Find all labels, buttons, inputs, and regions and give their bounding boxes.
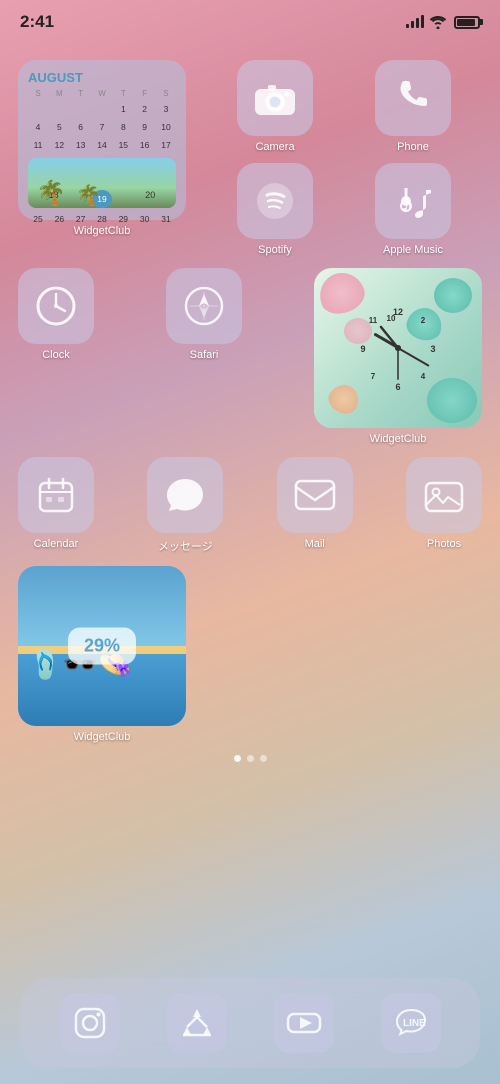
appstore-dock-icon bbox=[167, 993, 227, 1053]
svg-text:4: 4 bbox=[421, 372, 426, 381]
instagram-dock-icon bbox=[60, 993, 120, 1053]
mail-app[interactable]: Mail bbox=[277, 457, 353, 554]
beach-progress: 29% bbox=[68, 628, 136, 665]
appstore-dock-app[interactable] bbox=[167, 993, 227, 1053]
page-dot-1 bbox=[234, 755, 241, 762]
svg-text:7: 7 bbox=[371, 372, 376, 381]
spotify-app[interactable]: Spotify bbox=[237, 163, 313, 256]
svg-text:♪: ♪ bbox=[400, 188, 413, 218]
svg-text:11: 11 bbox=[369, 316, 378, 325]
svg-text:3: 3 bbox=[430, 344, 435, 354]
phone-icon-bg bbox=[375, 60, 451, 136]
calendar-icon-bg bbox=[18, 457, 94, 533]
safari-app[interactable]: Safari bbox=[166, 268, 242, 445]
youtube-dock-icon bbox=[274, 993, 334, 1053]
calendar-palm-area: 18 19 20 🌴 🌴 bbox=[28, 158, 176, 208]
row-2: Clock Safari bbox=[18, 268, 482, 445]
apple-music-icon-bg: ♪ bbox=[375, 163, 451, 239]
right-icons-row1: Camera Phone bbox=[196, 60, 482, 256]
photos-app[interactable]: Photos bbox=[406, 457, 482, 554]
svg-text:6: 6 bbox=[395, 382, 400, 392]
svg-text:LINE: LINE bbox=[403, 1018, 426, 1029]
status-time: 2:41 bbox=[20, 12, 54, 32]
photos-label: Photos bbox=[427, 538, 461, 550]
youtube-dock-app[interactable] bbox=[274, 993, 334, 1053]
page-dot-3 bbox=[260, 755, 267, 762]
instagram-dock-app[interactable] bbox=[60, 993, 120, 1053]
dock: LINE bbox=[20, 978, 480, 1068]
home-screen: AUGUST S M T W T F S bbox=[0, 50, 500, 974]
widget-clock-shells[interactable]: 12 3 6 9 2 4 11 7 10 bbox=[314, 268, 482, 445]
calendar-app[interactable]: Calendar bbox=[18, 457, 94, 554]
calendar-header: S M T W T F S bbox=[28, 89, 176, 98]
calendar-label: Calendar bbox=[34, 538, 79, 550]
svg-text:10: 10 bbox=[387, 314, 396, 323]
camera-label: Camera bbox=[255, 141, 294, 153]
svg-text:9: 9 bbox=[360, 344, 365, 354]
row-4: 🩴🕶️👒 29% WidgetClub bbox=[18, 566, 482, 743]
widget-beach-label: WidgetClub bbox=[18, 731, 186, 743]
safari-icon-bg bbox=[166, 268, 242, 344]
phone-app[interactable]: Phone bbox=[375, 60, 451, 153]
page-dot-2 bbox=[247, 755, 254, 762]
camera-icon-bg bbox=[237, 60, 313, 136]
apple-music-label: Apple Music bbox=[383, 244, 443, 256]
mail-icon-bg bbox=[277, 457, 353, 533]
apple-music-app[interactable]: ♪ Apple Music bbox=[375, 163, 451, 256]
page-indicator bbox=[18, 755, 482, 762]
calendar-month: AUGUST bbox=[28, 70, 176, 85]
row-1: AUGUST S M T W T F S bbox=[18, 60, 482, 256]
widget-beach[interactable]: 🩴🕶️👒 29% WidgetClub bbox=[18, 566, 186, 743]
svg-text:2: 2 bbox=[421, 316, 426, 325]
calendar-body: 1 2 3 4 5 6 7 8 9 10 bbox=[28, 100, 176, 228]
clock-icon-bg bbox=[18, 268, 94, 344]
mail-label: Mail bbox=[305, 538, 325, 550]
clock-app[interactable]: Clock bbox=[18, 268, 94, 445]
messages-icon-bg bbox=[147, 457, 223, 533]
widget-clock-label: WidgetClub bbox=[314, 433, 482, 445]
signal-icon bbox=[406, 16, 424, 28]
safari-label: Safari bbox=[190, 349, 219, 361]
spotify-icon-bg bbox=[237, 163, 313, 239]
analog-clock: 12 3 6 9 2 4 11 7 10 bbox=[353, 303, 443, 393]
row-3: Calendar メッセージ Mail bbox=[18, 457, 482, 554]
messages-app[interactable]: メッセージ bbox=[147, 457, 223, 554]
messages-label: メッセージ bbox=[158, 538, 213, 554]
camera-app[interactable]: Camera bbox=[237, 60, 313, 153]
battery-icon bbox=[454, 16, 480, 29]
phone-label: Phone bbox=[397, 141, 429, 153]
clock-label: Clock bbox=[42, 349, 70, 361]
line-dock-app[interactable]: LINE bbox=[381, 993, 441, 1053]
widget-calendar[interactable]: AUGUST S M T W T F S bbox=[18, 60, 186, 256]
wifi-icon bbox=[430, 16, 446, 29]
status-bar: 2:41 bbox=[0, 0, 500, 44]
line-dock-icon: LINE bbox=[381, 993, 441, 1053]
spotify-label: Spotify bbox=[258, 244, 292, 256]
photos-icon-bg bbox=[406, 457, 482, 533]
status-icons bbox=[406, 16, 480, 29]
